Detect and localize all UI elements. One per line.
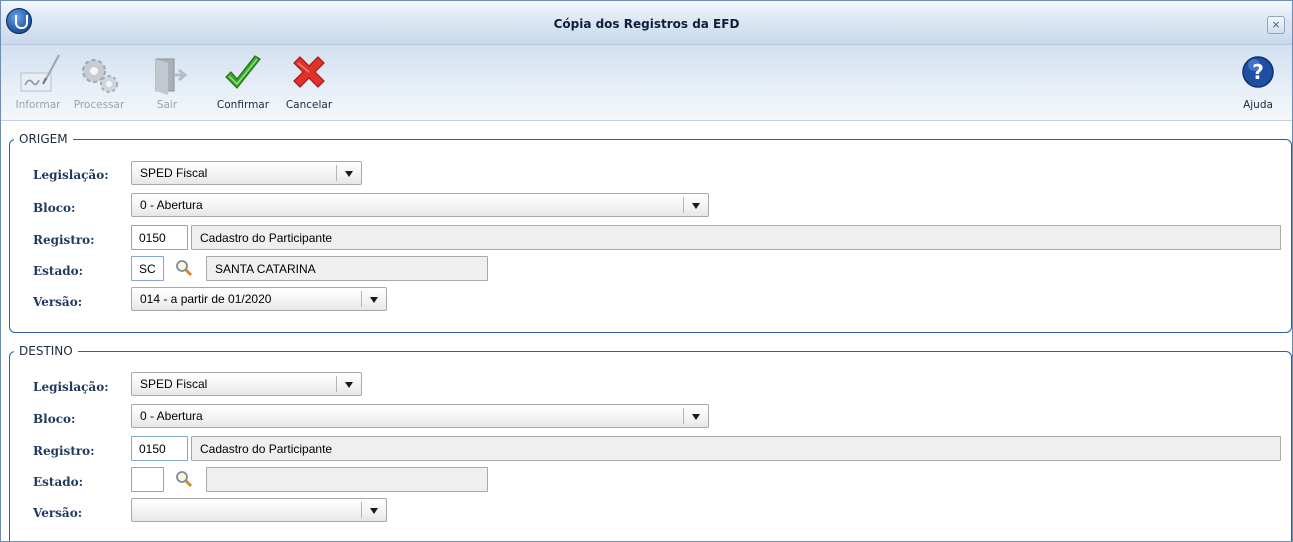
- confirmar-button[interactable]: Confirmar: [210, 45, 276, 121]
- ajuda-button[interactable]: ? Ajuda: [1235, 45, 1281, 121]
- origem-registro-code: 0150: [139, 231, 166, 245]
- chevron-down-icon: [370, 508, 378, 514]
- processar-label: Processar: [73, 99, 125, 111]
- toolbar: Informar Processar Sair Confirmar Cancel…: [1, 45, 1292, 121]
- destino-versao-label: Versão:: [33, 506, 83, 520]
- origem-registro-code-input[interactable]: 0150: [131, 225, 188, 250]
- cancelar-label: Cancelar: [285, 99, 333, 111]
- origem-legislacao-value: SPED Fiscal: [140, 166, 208, 180]
- destino-registro-code: 0150: [139, 442, 166, 456]
- destino-legislacao-value: SPED Fiscal: [140, 377, 208, 391]
- efd-copy-window: Cópia dos Registros da EFD × Informar Pr…: [0, 0, 1293, 542]
- cancel-x-icon: [293, 56, 325, 88]
- combo-separator: [336, 376, 337, 392]
- informar-label: Informar: [15, 99, 61, 111]
- chevron-down-icon: [345, 171, 353, 177]
- gears-icon: [82, 59, 118, 93]
- help-question-icon: ?: [1242, 56, 1274, 88]
- chevron-down-icon: [692, 414, 700, 420]
- destino-estado-input[interactable]: [131, 467, 164, 492]
- destino-estado-nome: [206, 467, 488, 492]
- origem-legend: ORIGEM: [14, 132, 73, 146]
- close-button[interactable]: ×: [1267, 16, 1285, 34]
- origem-estado-nome: SANTA CATARINA: [206, 256, 488, 281]
- chevron-down-icon: [345, 382, 353, 388]
- origem-bloco-value: 0 - Abertura: [140, 198, 203, 212]
- destino-legislacao-label: Legislação:: [33, 380, 109, 394]
- destino-registro-description-text: Cadastro do Participante: [200, 442, 333, 456]
- origem-estado-sigla: SC: [139, 262, 156, 276]
- checkmark-icon: [225, 55, 261, 89]
- ajuda-label: Ajuda: [1243, 99, 1273, 111]
- origem-bloco-select[interactable]: 0 - Abertura: [131, 193, 709, 217]
- destino-registro-description: Cadastro do Participante: [191, 436, 1281, 461]
- sair-button[interactable]: Sair: [147, 45, 188, 121]
- chevron-down-icon: [692, 203, 700, 209]
- origem-estado-nome-text: SANTA CATARINA: [215, 262, 316, 276]
- combo-separator: [683, 408, 684, 424]
- informar-button[interactable]: Informar: [9, 45, 67, 121]
- destino-legend: DESTINO: [14, 344, 78, 358]
- sign-document-icon: [20, 54, 60, 92]
- exit-door-icon: [155, 58, 188, 95]
- origem-registro-label: Registro:: [33, 233, 95, 247]
- svg-text:?: ?: [1252, 60, 1264, 84]
- title-bar: Cópia dos Registros da EFD ×: [1, 1, 1292, 45]
- destino-bloco-value: 0 - Abertura: [140, 409, 203, 423]
- destino-versao-select[interactable]: [131, 498, 387, 522]
- origem-registro-description: Cadastro do Participante: [191, 225, 1281, 250]
- origem-versao-value: 014 - a partir de 01/2020: [140, 292, 272, 306]
- processar-button[interactable]: Processar: [67, 45, 131, 121]
- search-icon[interactable]: [175, 259, 193, 277]
- destino-estado-label: Estado:: [33, 475, 84, 489]
- combo-separator: [361, 291, 362, 307]
- destino-legislacao-select[interactable]: SPED Fiscal: [131, 372, 362, 396]
- sair-label: Sair: [156, 99, 178, 111]
- combo-separator: [336, 165, 337, 181]
- origem-estado-input[interactable]: SC: [131, 256, 164, 281]
- origem-versao-select[interactable]: 014 - a partir de 01/2020: [131, 287, 387, 311]
- origem-versao-label: Versão:: [33, 295, 83, 309]
- destino-registro-code-input[interactable]: 0150: [131, 436, 188, 461]
- origem-registro-description-text: Cadastro do Participante: [200, 231, 333, 245]
- cancelar-button[interactable]: Cancelar: [279, 45, 339, 121]
- destino-bloco-label: Bloco:: [33, 412, 76, 426]
- search-icon[interactable]: [175, 470, 193, 488]
- origem-legislacao-select[interactable]: SPED Fiscal: [131, 161, 362, 185]
- combo-separator: [683, 197, 684, 213]
- combo-separator: [361, 502, 362, 518]
- origem-legislacao-label: Legislação:: [33, 168, 109, 182]
- origem-bloco-label: Bloco:: [33, 201, 76, 215]
- origem-estado-label: Estado:: [33, 264, 84, 278]
- destino-bloco-select[interactable]: 0 - Abertura: [131, 404, 709, 428]
- window-title: Cópia dos Registros da EFD: [553, 17, 740, 31]
- confirmar-label: Confirmar: [216, 99, 270, 111]
- destino-group: DESTINO Legislação: SPED Fiscal Bloco: 0…: [9, 344, 1292, 541]
- origem-group: ORIGEM Legislação: SPED Fiscal Bloco: 0 …: [9, 132, 1292, 333]
- chevron-down-icon: [370, 297, 378, 303]
- destino-registro-label: Registro:: [33, 444, 95, 458]
